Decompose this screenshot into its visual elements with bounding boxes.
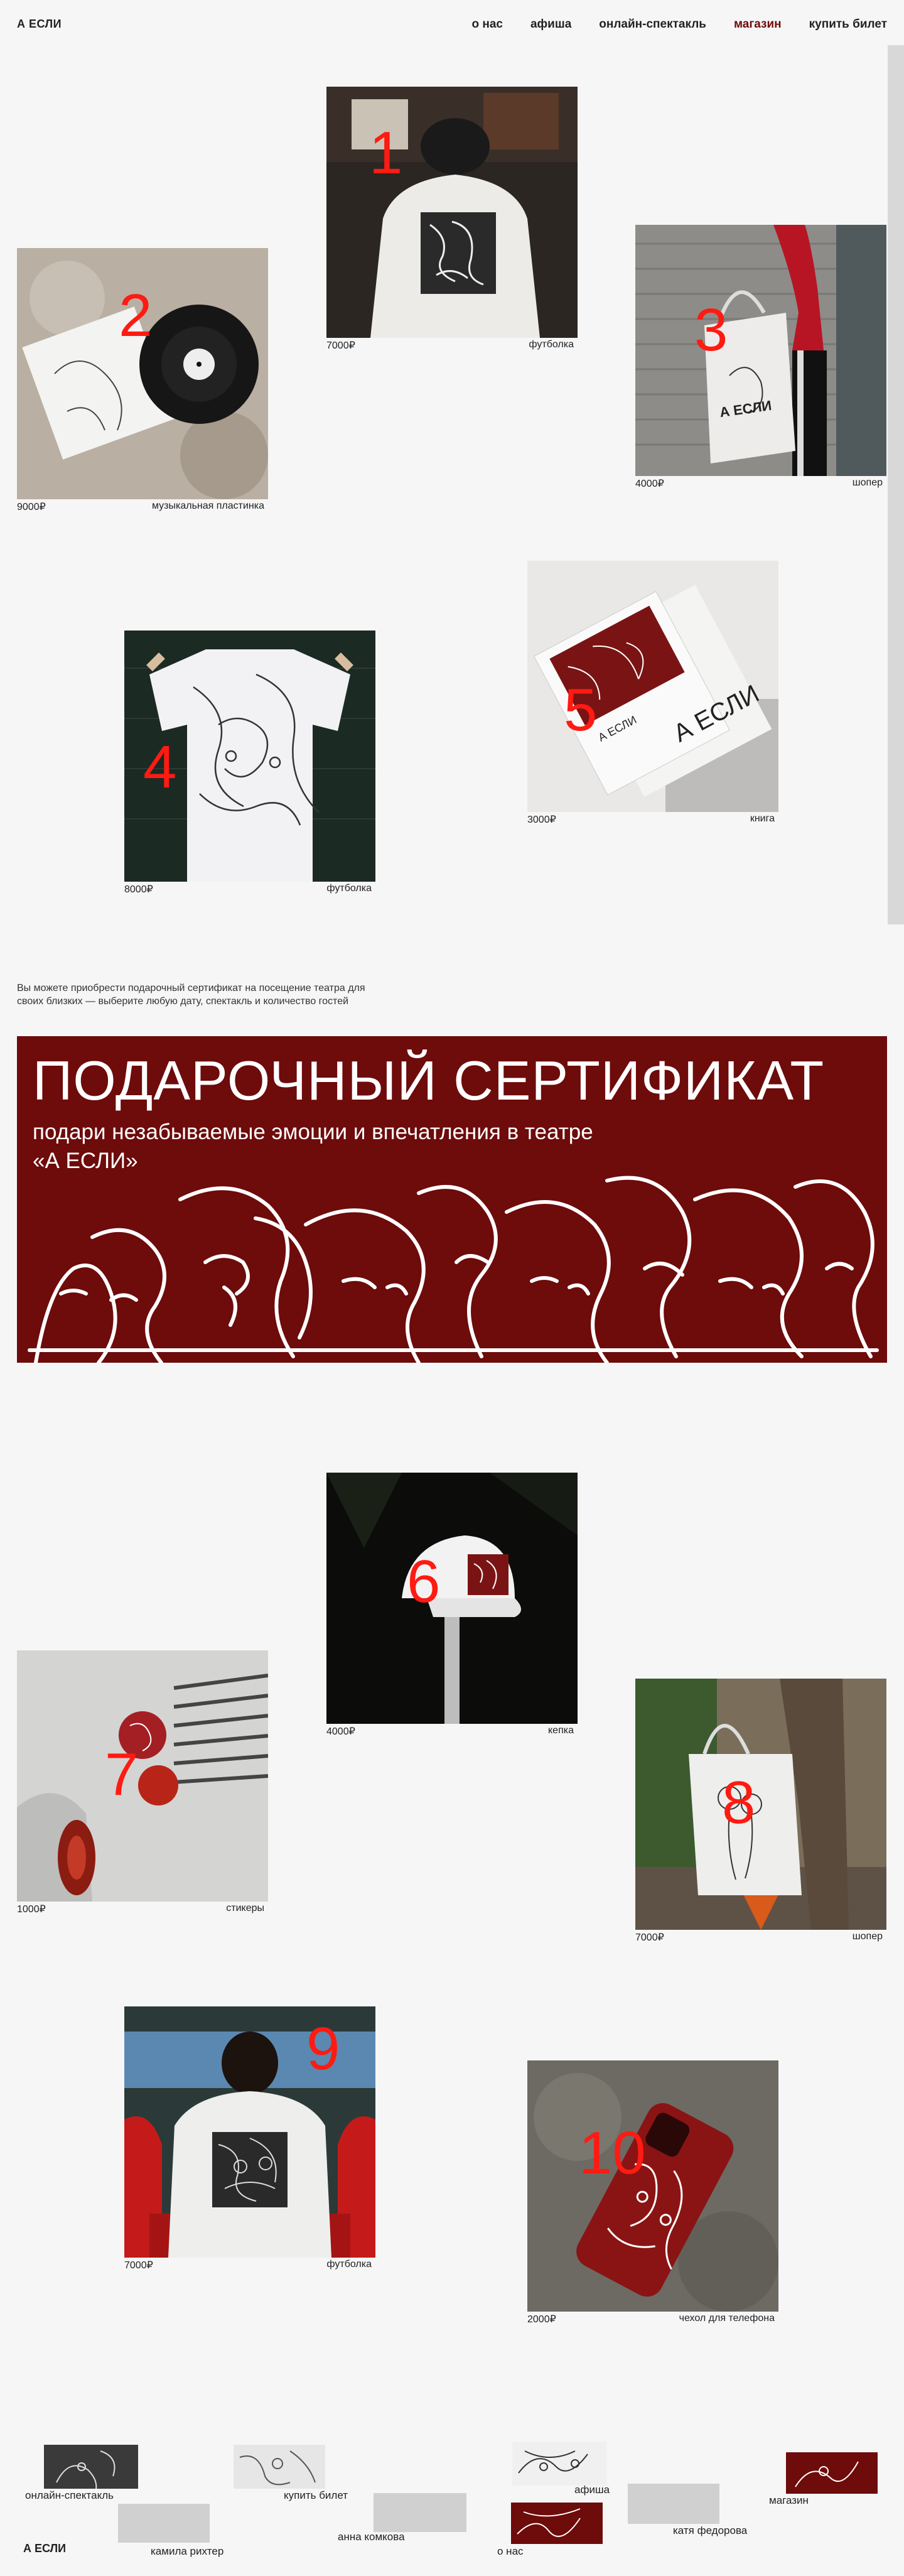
product-price: 7000₽ (635, 1932, 664, 1943)
product-name: музыкальная пластинка (151, 501, 264, 511)
footer-link-shop[interactable]: магазин (769, 2494, 809, 2507)
footer-link-katya[interactable]: катя федорова (673, 2525, 747, 2537)
product-number: 1 (369, 119, 403, 187)
product-name: стикеры (226, 1903, 264, 1913)
faces-illustration (28, 1176, 879, 1363)
gift-certificate-banner[interactable]: ПОДАРОЧНЫЙ СЕРТИФИКАТ подари незабываемы… (17, 1036, 887, 1363)
product-number: 7 (105, 1741, 139, 1808)
product-number: 10 (579, 2119, 646, 2187)
product-name: шопер (852, 1931, 883, 1942)
product-image[interactable]: 9 (124, 2006, 375, 2258)
product-price: 1000₽ (17, 1904, 46, 1915)
product-number: 9 (306, 2015, 340, 2082)
nav-online-show[interactable]: онлайн-спектакль (599, 18, 706, 31)
main-nav: о нас афиша онлайн-спектакль магазин куп… (471, 18, 887, 31)
product-price: 8000₽ (124, 884, 153, 895)
product-price: 7000₽ (124, 2260, 153, 2271)
footer-link-online-show[interactable]: онлайн-спектакль (25, 2489, 114, 2502)
product-card[interactable]: А ЕСЛИ А ЕСЛИ 5 3000₽ книга (527, 561, 778, 826)
product-number: 5 (564, 676, 598, 744)
product-image[interactable]: 1 (326, 87, 578, 338)
product-price: 4000₽ (635, 479, 664, 489)
product-number: 8 (722, 1769, 756, 1836)
product-name: футболка (326, 883, 372, 894)
product-card[interactable]: 4 8000₽ футболка (124, 630, 375, 896)
footer-link-about[interactable]: о нас (497, 2545, 524, 2558)
product-price: 2000₽ (527, 2314, 556, 2325)
product-card[interactable]: 1 7000₽ футболка (326, 87, 578, 352)
footer-link-anna[interactable]: анна комкова (338, 2531, 405, 2543)
footer-logo[interactable]: А ЕСЛИ (23, 2542, 66, 2555)
product-card[interactable]: 7 1000₽ стикеры (17, 1650, 268, 1915)
nav-buy-ticket[interactable]: купить билет (809, 18, 887, 31)
product-price: 4000₽ (326, 1726, 355, 1737)
page-scrollbar[interactable] (888, 45, 904, 924)
product-price: 7000₽ (326, 340, 355, 351)
product-image[interactable]: 8 (635, 1679, 886, 1930)
footer-link-schedule[interactable]: афиша (574, 2484, 610, 2496)
nav-schedule[interactable]: афиша (530, 18, 571, 31)
product-image[interactable]: 2 (17, 248, 268, 499)
footer-thumb-ticket[interactable] (234, 2445, 325, 2489)
site-logo[interactable]: А ЕСЛИ (17, 18, 62, 31)
footer-thumb-online[interactable] (44, 2445, 138, 2489)
product-image[interactable]: А ЕСЛИ 3 (635, 225, 886, 476)
footer-photo-kamila[interactable] (118, 2504, 210, 2543)
product-card[interactable]: 10 2000₽ чехол для телефона (527, 2060, 778, 2325)
product-name: шопер (852, 477, 883, 488)
product-card[interactable]: 2 9000₽ музыкальная пластинка (17, 248, 268, 513)
product-card[interactable]: 6 4000₽ кепка (326, 1473, 578, 1738)
product-name: футболка (529, 339, 574, 350)
product-card[interactable]: 8 7000₽ шопер (635, 1679, 886, 1944)
nav-shop[interactable]: магазин (734, 18, 782, 31)
product-image[interactable]: 7 (17, 1650, 268, 1902)
footer-thumb-shop[interactable] (786, 2452, 878, 2494)
product-name: книга (750, 813, 775, 824)
product-image[interactable]: А ЕСЛИ А ЕСЛИ 5 (527, 561, 778, 812)
product-number: 3 (694, 296, 728, 364)
product-card[interactable]: 9 7000₽ футболка (124, 2006, 375, 2271)
product-name: чехол для телефона (679, 2313, 775, 2324)
footer-photo-anna[interactable] (374, 2493, 466, 2532)
product-number: 4 (143, 733, 177, 801)
product-price: 3000₽ (527, 814, 556, 825)
product-image[interactable]: 4 (124, 630, 375, 882)
certificate-intro: Вы можете приобрести подарочный сертифик… (17, 983, 365, 1007)
footer-photo-katya[interactable] (628, 2484, 719, 2524)
product-number: 6 (407, 1548, 441, 1615)
nav-about[interactable]: о нас (471, 18, 503, 31)
product-number: 2 (119, 282, 153, 349)
product-image[interactable]: 6 (326, 1473, 578, 1724)
footer-link-buy-ticket[interactable]: купить билет (284, 2489, 348, 2502)
footer-thumb-about[interactable] (511, 2503, 603, 2544)
product-price: 9000₽ (17, 502, 46, 512)
certificate-title: ПОДАРОЧНЫЙ СЕРТИФИКАТ (33, 1049, 825, 1112)
product-card[interactable]: А ЕСЛИ 3 4000₽ шопер (635, 225, 886, 490)
footer-thumb-schedule[interactable] (512, 2442, 606, 2486)
product-name: кепка (548, 1725, 574, 1736)
footer-link-kamila[interactable]: камила рихтер (151, 2545, 223, 2558)
product-name: футболка (326, 2259, 372, 2270)
product-image[interactable]: 10 (527, 2060, 778, 2312)
